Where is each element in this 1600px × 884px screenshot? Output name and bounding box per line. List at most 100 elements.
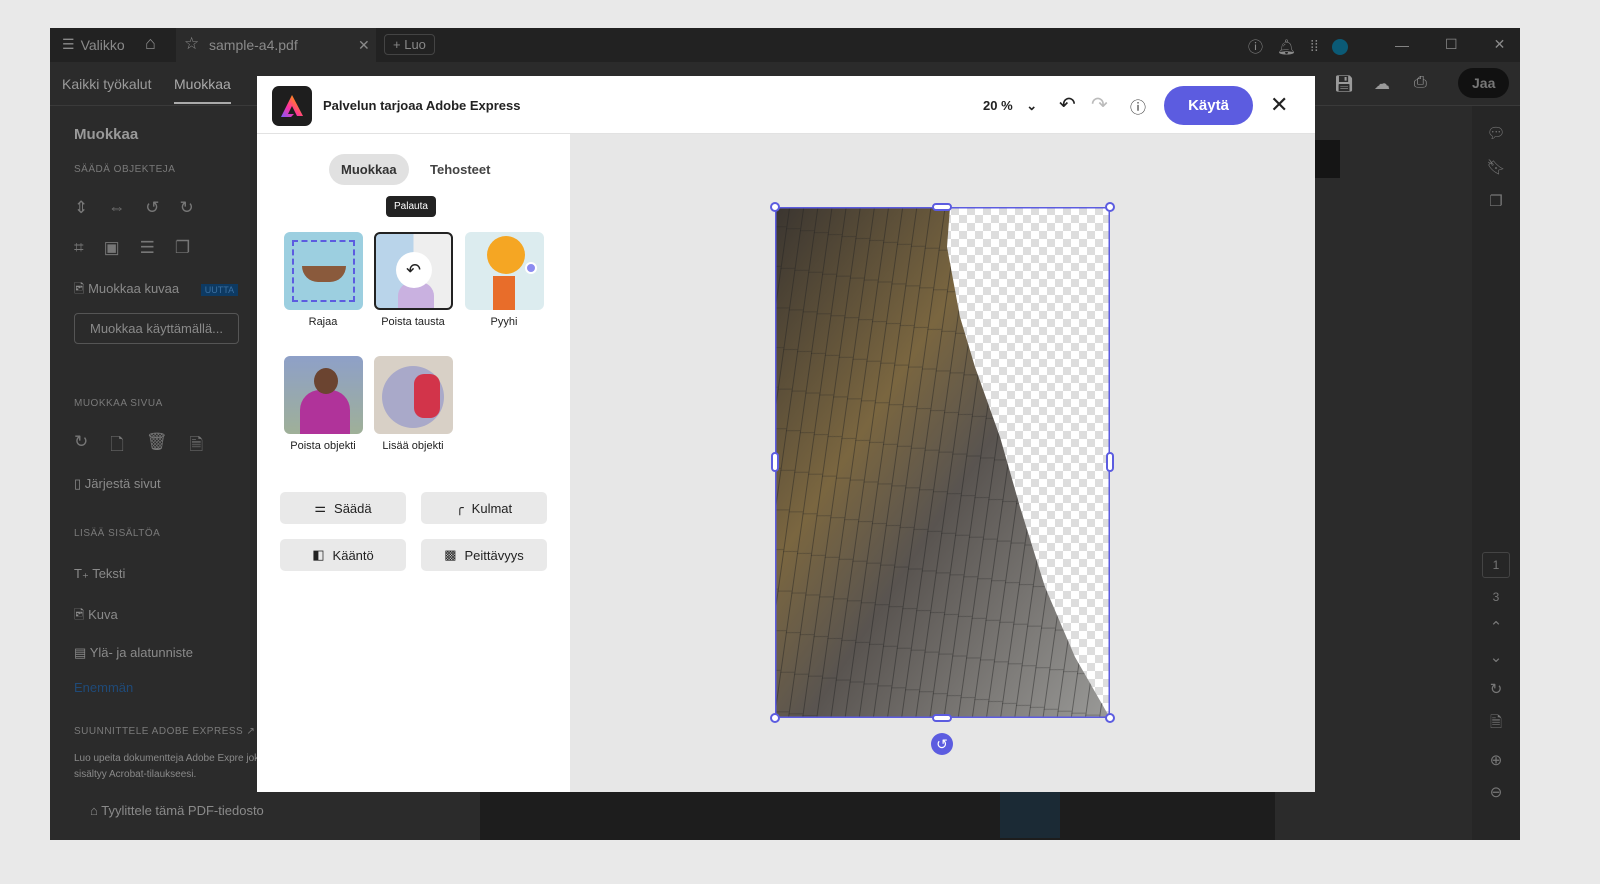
flip-button[interactable]: ◧ Kääntö xyxy=(280,539,406,571)
tab-edit[interactable]: Muokkaa xyxy=(174,76,231,104)
tab-edit[interactable]: Muokkaa xyxy=(329,154,409,185)
undo-icon[interactable]: ↶ xyxy=(1059,92,1076,117)
history-icon[interactable]: ⓘ xyxy=(1130,94,1146,118)
rotate-page-icon[interactable]: ↻ xyxy=(74,432,88,461)
resize-handle-bottom[interactable] xyxy=(932,714,952,722)
rotate-right-icon[interactable]: ↻ xyxy=(180,198,194,218)
header-footer-label: Ylä- ja alatunniste xyxy=(89,645,194,660)
tile-label: Poista objekti xyxy=(290,440,356,452)
create-button[interactable]: + Luo xyxy=(384,34,435,55)
tab-sample-pdf[interactable]: ☆ sample-a4.pdf ✕ xyxy=(176,28,376,62)
avatar[interactable] xyxy=(1332,38,1349,55)
edit-panel: Muokkaa Tehosteet Rajaa ↶ Poista tausta P… xyxy=(257,134,570,792)
page-down-icon[interactable]: ⌄ xyxy=(1472,648,1520,666)
zoom-dropdown[interactable]: 20 % ⌄ xyxy=(983,98,1037,114)
resize-handle-bottom-right[interactable] xyxy=(1105,713,1115,723)
image-icon: 🖻 xyxy=(74,607,85,622)
share-button[interactable]: Jaa xyxy=(1458,68,1510,98)
insert-page-icon[interactable]: 🗋 xyxy=(110,432,124,461)
new-badge: UUTTA xyxy=(200,284,239,296)
redo-icon[interactable]: ↷ xyxy=(1091,92,1108,117)
close-dialog-icon[interactable]: ✕ xyxy=(1270,92,1288,118)
save-icon[interactable]: 💾︎ xyxy=(1334,74,1354,94)
tile-erase[interactable]: Pyyhi xyxy=(464,232,544,328)
tab-effects[interactable]: Tehosteet xyxy=(418,154,502,185)
edit-with-dropdown[interactable]: Muokkaa käyttämällä... xyxy=(74,313,239,344)
edited-image[interactable] xyxy=(775,207,1110,718)
erase-thumbnail xyxy=(464,232,544,310)
help-icon[interactable]: ⓘ xyxy=(1248,36,1263,57)
zoom-value: 20 % xyxy=(983,98,1013,113)
adjust-button[interactable]: ⚌ Säädä xyxy=(280,492,406,524)
refresh-icon[interactable]: ↻ xyxy=(1472,680,1520,698)
zoom-in-icon[interactable]: ⊕ xyxy=(1472,751,1520,769)
resize-handle-top[interactable] xyxy=(932,203,952,211)
rotate-handle-icon[interactable]: ↺ xyxy=(931,733,953,755)
arrange-pages-item[interactable]: ▯ Järjestä sivut xyxy=(74,476,161,492)
bookmark-icon[interactable]: 🔖︎ xyxy=(1472,158,1520,176)
add-object-thumbnail xyxy=(373,356,453,434)
tile-remove-background[interactable]: ↶ Poista tausta xyxy=(373,232,453,328)
create-label: Luo xyxy=(404,37,426,52)
tile-remove-object[interactable]: Poista objekti xyxy=(283,356,363,452)
resize-handle-bottom-left[interactable] xyxy=(770,713,780,723)
bell-icon[interactable]: 🔔︎ xyxy=(1277,38,1296,56)
apply-button[interactable]: Käytä xyxy=(1164,86,1253,125)
apps-icon[interactable]: ⁞⁞ xyxy=(1310,38,1318,55)
sidebar-title: Muokkaa xyxy=(74,126,139,143)
tab-all-tools[interactable]: Kaikki työkalut xyxy=(62,76,151,92)
align-icon[interactable]: ☰ xyxy=(140,238,155,258)
external-link-icon[interactable]: ↗ xyxy=(247,726,256,737)
header-footer-item[interactable]: ▤ Ylä- ja alatunniste xyxy=(74,645,193,661)
star-icon[interactable]: ☆ xyxy=(184,34,199,54)
resize-handle-left[interactable] xyxy=(771,452,779,472)
tile-crop[interactable]: Rajaa xyxy=(283,232,363,328)
text-icon: T₊ xyxy=(74,566,89,581)
adobe-express-description: Luo upeita dokumentteja Adobe Expre joka… xyxy=(74,753,265,780)
section-adjust-objects: SÄÄDÄ OBJEKTEJA xyxy=(74,164,176,175)
extract-icon[interactable]: 🗎 xyxy=(190,432,204,461)
opacity-button[interactable]: ▩ Peittävyys xyxy=(421,539,547,571)
tile-label: Poista tausta xyxy=(381,316,445,328)
flip-vertical-icon[interactable]: ⇕ xyxy=(74,198,88,218)
film-icon: ▤ xyxy=(74,645,87,660)
page-number-input[interactable]: 1 xyxy=(1482,552,1510,578)
revert-icon: ↶ xyxy=(395,252,432,288)
adjust-label: Säädä xyxy=(334,500,372,516)
close-tab-icon[interactable]: ✕ xyxy=(358,37,370,54)
corners-button[interactable]: ╭ Kulmat xyxy=(421,492,547,524)
replace-image-icon[interactable]: ▣ xyxy=(104,238,120,258)
rotate-left-icon[interactable]: ↺ xyxy=(145,198,159,218)
menu-button[interactable]: ☰ Valikko xyxy=(62,36,125,53)
page-up-icon[interactable]: ⌃ xyxy=(1472,618,1520,636)
tile-label: Rajaa xyxy=(308,316,338,328)
resize-handle-top-right[interactable] xyxy=(1105,202,1115,212)
image-label: Kuva xyxy=(88,607,118,622)
arrange-icon[interactable]: ❐ xyxy=(175,238,190,258)
comment-icon[interactable]: 💬︎ xyxy=(1472,124,1520,142)
upload-icon[interactable]: ☁ xyxy=(1374,74,1390,94)
add-text-item[interactable]: T₊ Teksti xyxy=(74,566,125,582)
hamburger-icon: ☰ xyxy=(62,36,75,52)
flip-horizontal-icon[interactable]: ⇔ xyxy=(108,198,125,218)
zoom-out-icon[interactable]: ⊖ xyxy=(1472,783,1520,801)
resize-handle-right[interactable] xyxy=(1106,452,1114,472)
tab-label: sample-a4.pdf xyxy=(209,37,298,53)
maximize-icon[interactable]: ☐ xyxy=(1445,36,1458,53)
minimize-icon[interactable]: — xyxy=(1395,37,1409,53)
pages-icon[interactable]: ❐ xyxy=(1472,192,1520,210)
adobe-express-caption: SUUNNITTELE ADOBE EXPRESS xyxy=(74,726,244,737)
more-link[interactable]: Enemmän xyxy=(74,680,133,695)
style-pdf-button[interactable]: ⌂ Tyylittele tämä PDF-tiedosto xyxy=(90,803,264,818)
tile-add-object[interactable]: Lisää objekti xyxy=(373,356,453,452)
file-icon[interactable]: 🗎 xyxy=(1472,712,1520,737)
window-close-icon[interactable]: ✕ xyxy=(1494,36,1506,53)
home-icon[interactable]: ⌂ xyxy=(145,33,156,54)
add-image-item[interactable]: 🖻 Kuva xyxy=(74,606,118,628)
print-icon[interactable]: ⎙ xyxy=(1414,74,1427,92)
resize-handle-top-left[interactable] xyxy=(770,202,780,212)
delete-icon[interactable]: 🗑 xyxy=(146,432,168,461)
crop-icon[interactable]: ⌗ xyxy=(74,238,84,258)
dialog-header: Palvelun tarjoaa Adobe Express 20 % ⌄ ↶ … xyxy=(257,76,1315,134)
edit-image-item[interactable]: 🖻 Muokkaa kuvaa UUTTA xyxy=(74,280,239,302)
